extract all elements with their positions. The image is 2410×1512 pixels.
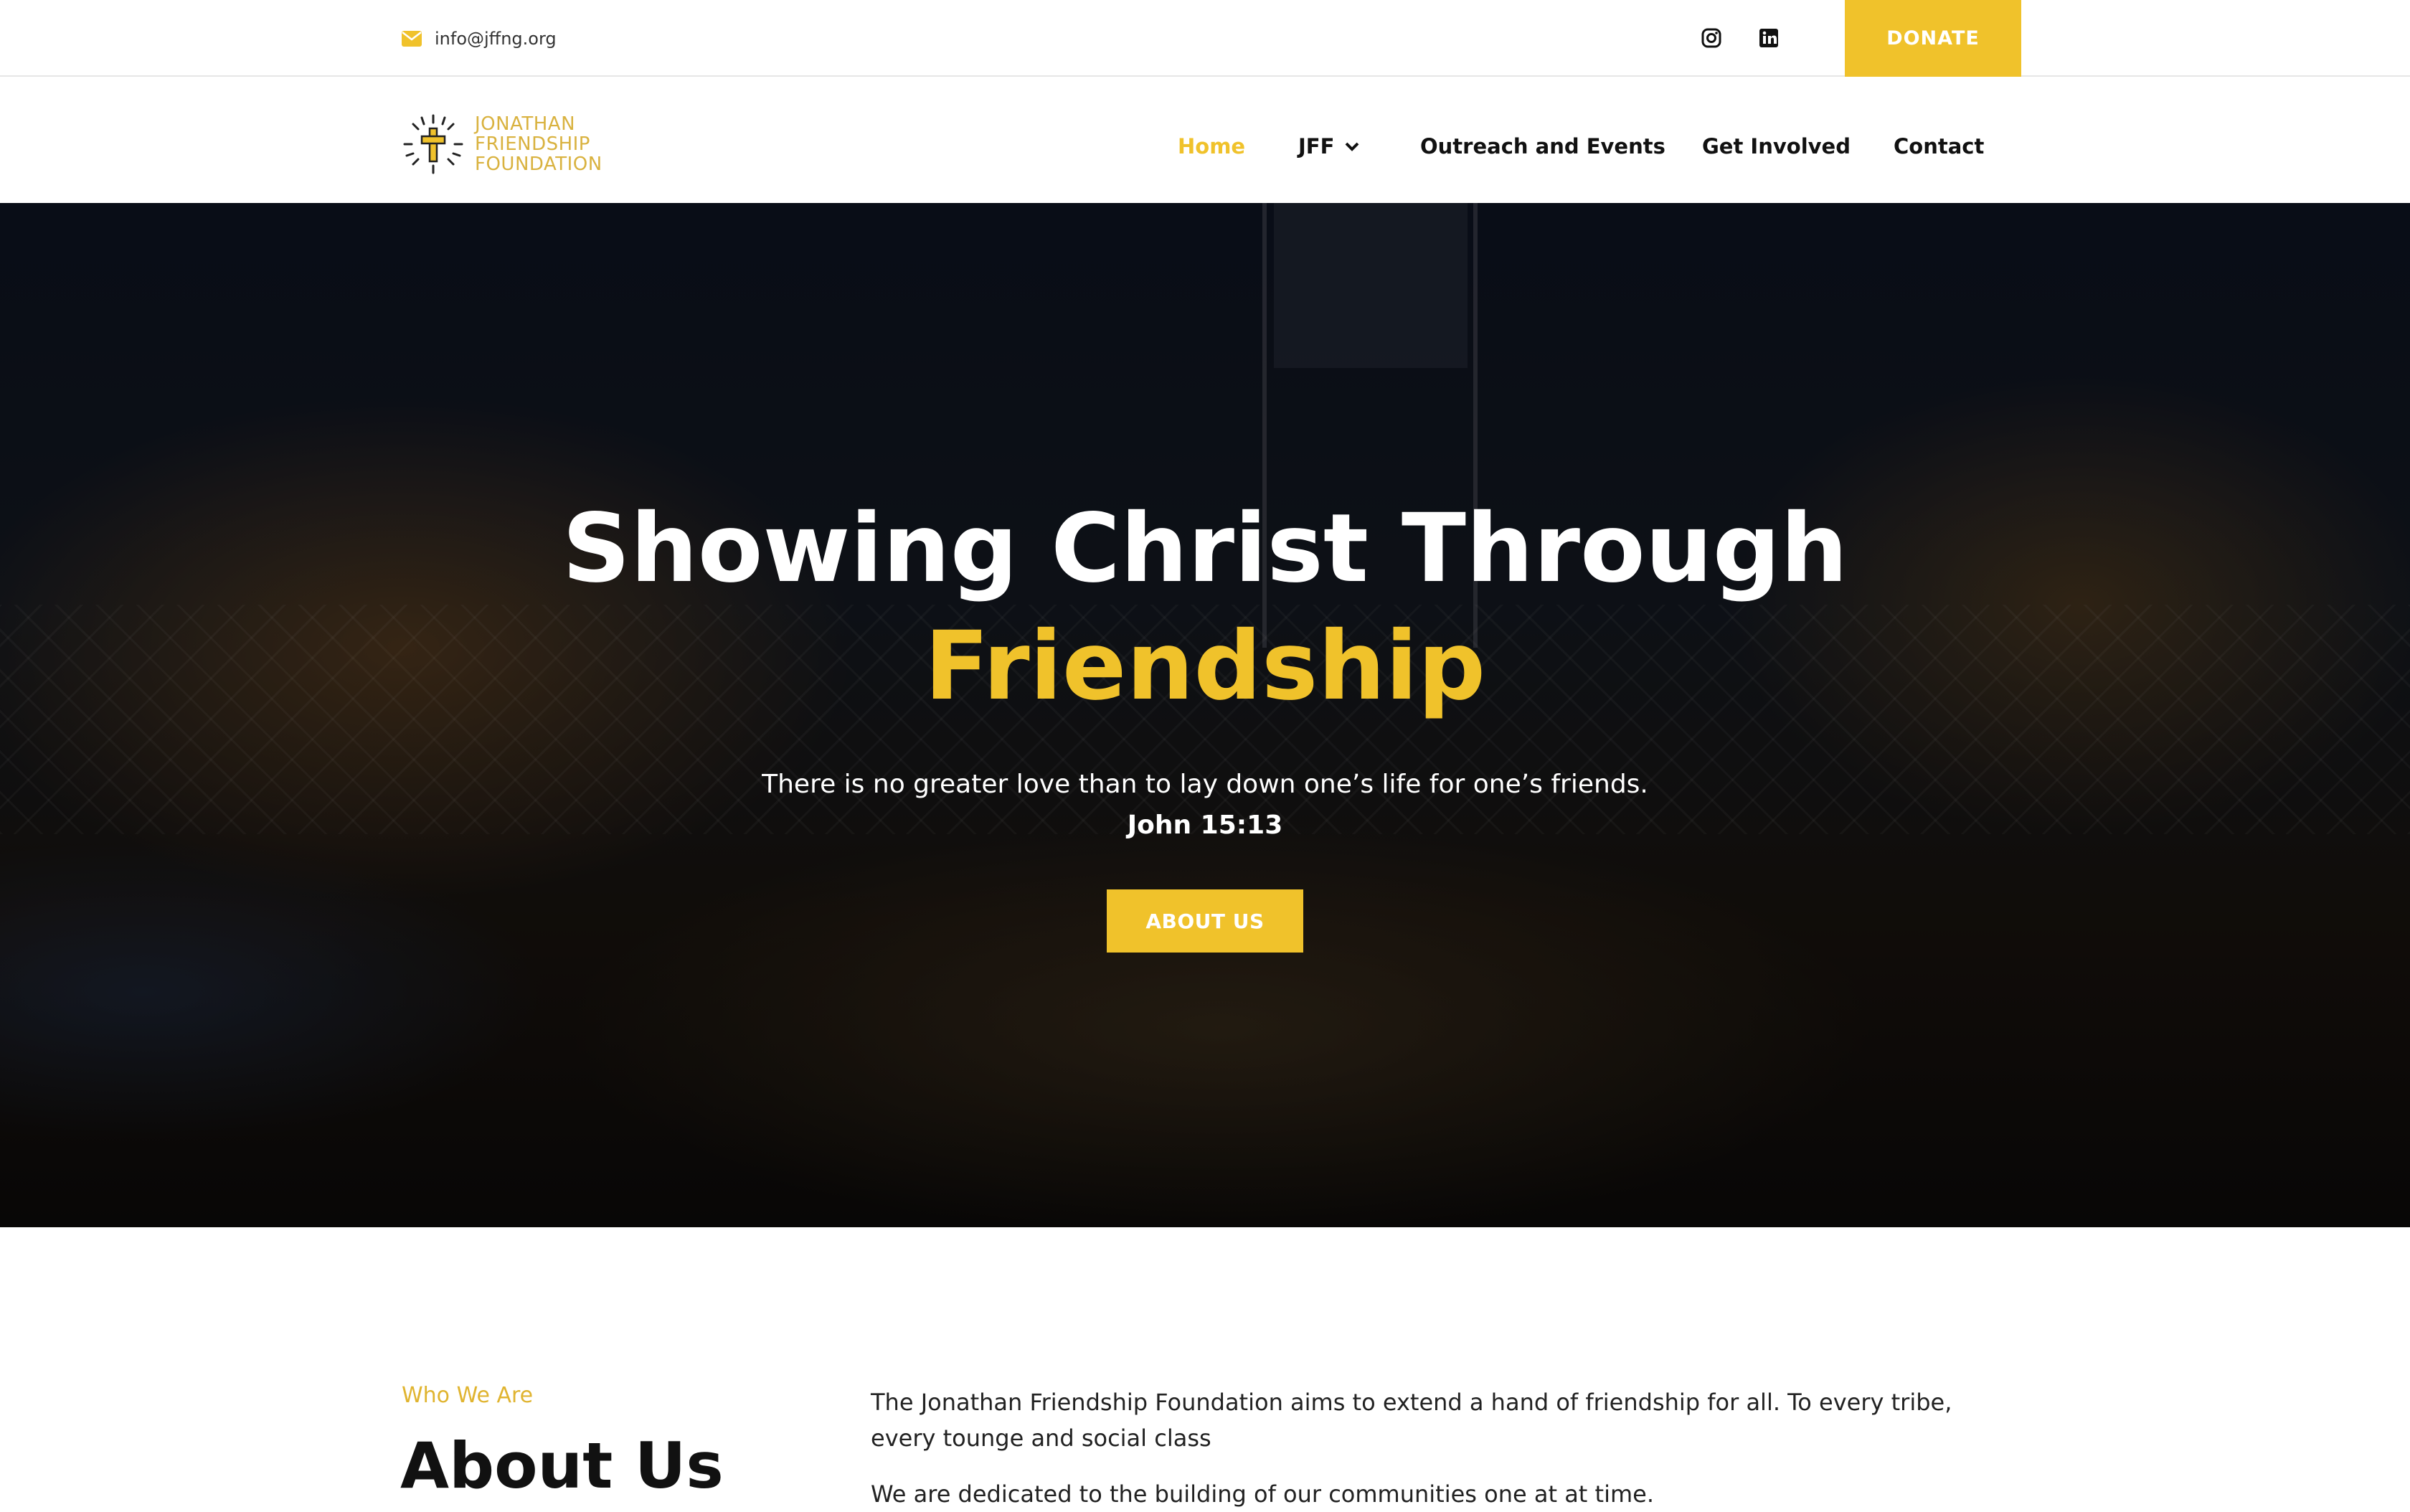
instagram-link[interactable] — [1698, 24, 1725, 52]
logo-line-3: FOUNDATION — [475, 153, 602, 175]
nav-item-outreach[interactable]: Outreach and Events — [1420, 128, 1665, 164]
linkedin-icon — [1759, 29, 1778, 47]
hero-quote: There is no greater love than to lay dow… — [762, 770, 1648, 799]
hero-title-line-1: Showing Christ Through — [562, 493, 1848, 604]
nav-item-home[interactable]: Home — [1178, 128, 1245, 164]
donate-button[interactable]: DONATE — [1845, 0, 2021, 77]
hero-scripture-reference: John 15:13 — [1127, 811, 1283, 840]
nav-item-contact[interactable]: Contact — [1894, 128, 1984, 164]
about-kicker: Who We Are — [402, 1383, 534, 1408]
about-paragraph-2: We are dedicated to the building of our … — [871, 1480, 1654, 1508]
hero-section: Showing Christ Through Friendship There … — [0, 203, 2410, 1227]
site-logo[interactable]: JONATHAN FRIENDSHIP FOUNDATION — [402, 113, 602, 176]
about-title: About Us — [400, 1429, 724, 1503]
chevron-down-icon — [1346, 142, 1359, 151]
email-address[interactable]: info@jffng.org — [435, 29, 557, 49]
cross-sunburst-icon — [403, 114, 463, 174]
logo-line-1: JONATHAN — [475, 113, 576, 135]
email-contact[interactable]: info@jffng.org — [402, 26, 557, 52]
envelope-icon — [402, 31, 422, 47]
hero-title-line-2: Friendship — [924, 611, 1486, 722]
nav-item-jff[interactable]: JFF — [1298, 128, 1360, 164]
about-paragraph-1: The Jonathan Friendship Foundation aims … — [871, 1389, 1952, 1452]
about-us-button[interactable]: ABOUT US — [1107, 889, 1303, 953]
nav-item-jff-label: JFF — [1298, 134, 1335, 159]
main-navigation: JONATHAN FRIENDSHIP FOUNDATION Home JFF … — [0, 78, 2410, 202]
logo-line-2: FRIENDSHIP — [475, 133, 590, 155]
linkedin-link[interactable] — [1755, 24, 1782, 52]
top-bar: info@jffng.org DONATE — [0, 0, 2410, 77]
instagram-icon — [1701, 28, 1721, 48]
nav-item-get-involved[interactable]: Get Involved — [1702, 128, 1851, 164]
